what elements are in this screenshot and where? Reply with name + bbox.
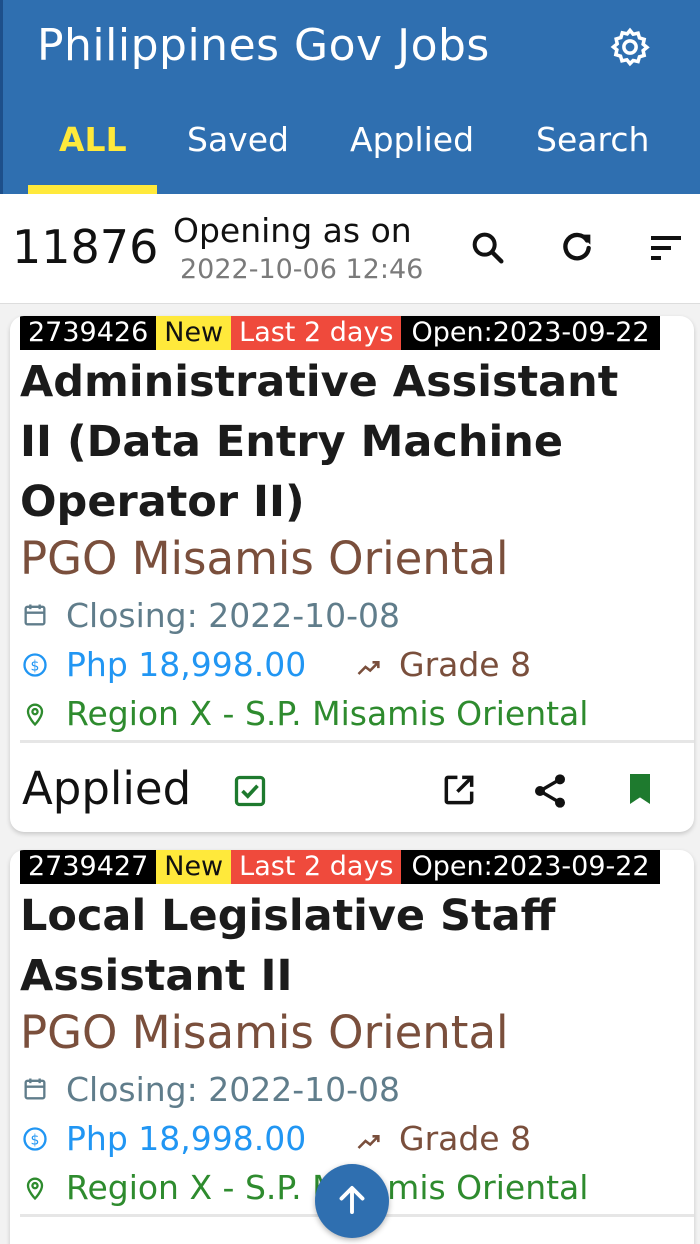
job-title-line: Assistant II <box>20 951 293 1001</box>
currency-icon: $ <box>23 653 47 677</box>
trending-icon <box>357 1135 380 1149</box>
location-icon <box>26 1177 44 1201</box>
job-title-line: II (Data Entry Machine <box>20 417 564 467</box>
app-title: Philippines Gov Jobs <box>37 20 490 71</box>
refresh-icon[interactable] <box>557 228 597 268</box>
calendar-icon <box>24 1078 46 1100</box>
new-badge: New <box>156 316 232 350</box>
sort-icon[interactable] <box>646 228 686 268</box>
job-badges: 2739426 New Last 2 days Open:2023-09-22 <box>20 316 660 350</box>
open-date-badge: Open:2023-09-22 <box>401 850 660 884</box>
summary-bar: 11876 Opening as on 2022-10-06 12:46 <box>0 194 700 304</box>
employer-name: PGO Misamis Oriental <box>20 532 509 585</box>
salary: Php 18,998.00 <box>66 645 307 684</box>
tab-indicator <box>28 185 157 194</box>
scroll-to-top-button[interactable] <box>315 1164 389 1238</box>
trending-icon <box>357 661 380 675</box>
closing-date: Closing: 2022-10-08 <box>66 596 401 635</box>
salary: Php 18,998.00 <box>66 1119 307 1158</box>
job-title-line: Administrative Assistant <box>20 357 619 407</box>
tab-saved[interactable]: Saved <box>187 120 289 159</box>
tab-all[interactable]: ALL <box>59 120 127 159</box>
salary-grade: Grade 8 <box>399 1119 532 1158</box>
opening-label: Opening as on <box>173 211 412 250</box>
currency-icon: $ <box>23 1127 47 1151</box>
arrow-up-icon <box>339 1186 365 1214</box>
svg-text:$: $ <box>31 658 40 674</box>
opening-date: 2022-10-06 12:46 <box>180 254 424 285</box>
svg-text:$: $ <box>31 1132 40 1148</box>
divider <box>20 740 694 743</box>
job-title-line: Local Legislative Staff <box>20 891 556 941</box>
deadline-badge: Last 2 days <box>231 316 402 350</box>
job-id-badge: 2739426 <box>20 316 157 350</box>
share-icon[interactable] <box>530 771 570 811</box>
job-id-badge: 2739427 <box>20 850 157 884</box>
job-badges: 2739427 New Last 2 days Open:2023-09-22 <box>20 850 660 884</box>
employer-name: PGO Misamis Oriental <box>20 1006 509 1059</box>
open-external-icon[interactable] <box>440 771 478 809</box>
open-date-badge: Open:2023-09-22 <box>401 316 660 350</box>
calendar-icon <box>24 604 46 626</box>
location-icon <box>26 703 44 727</box>
region: Region X - S.P. Misamis Oriental <box>66 694 589 733</box>
openings-count: 11876 <box>12 220 159 274</box>
closing-date: Closing: 2022-10-08 <box>66 1070 401 1109</box>
job-title[interactable]: Administrative Assistant II (Data Entry … <box>20 352 618 532</box>
bookmark-icon[interactable] <box>620 769 660 809</box>
tab-search[interactable]: Search <box>536 120 649 159</box>
search-icon[interactable] <box>468 228 508 268</box>
applied-status: Applied <box>22 762 192 815</box>
job-title[interactable]: Local Legislative Staff Assistant II <box>20 886 555 1006</box>
tab-applied[interactable]: Applied <box>350 120 474 159</box>
gear-icon[interactable] <box>609 26 651 68</box>
salary-grade: Grade 8 <box>399 645 532 684</box>
job-card[interactable]: 2739426 New Last 2 days Open:2023-09-22 … <box>10 316 694 832</box>
app-bar: Philippines Gov Jobs ALL Saved Applied S… <box>0 0 700 194</box>
deadline-badge: Last 2 days <box>231 850 402 884</box>
new-badge: New <box>156 850 232 884</box>
checkbox-icon[interactable] <box>232 773 268 809</box>
job-title-line: Operator II) <box>20 477 305 527</box>
